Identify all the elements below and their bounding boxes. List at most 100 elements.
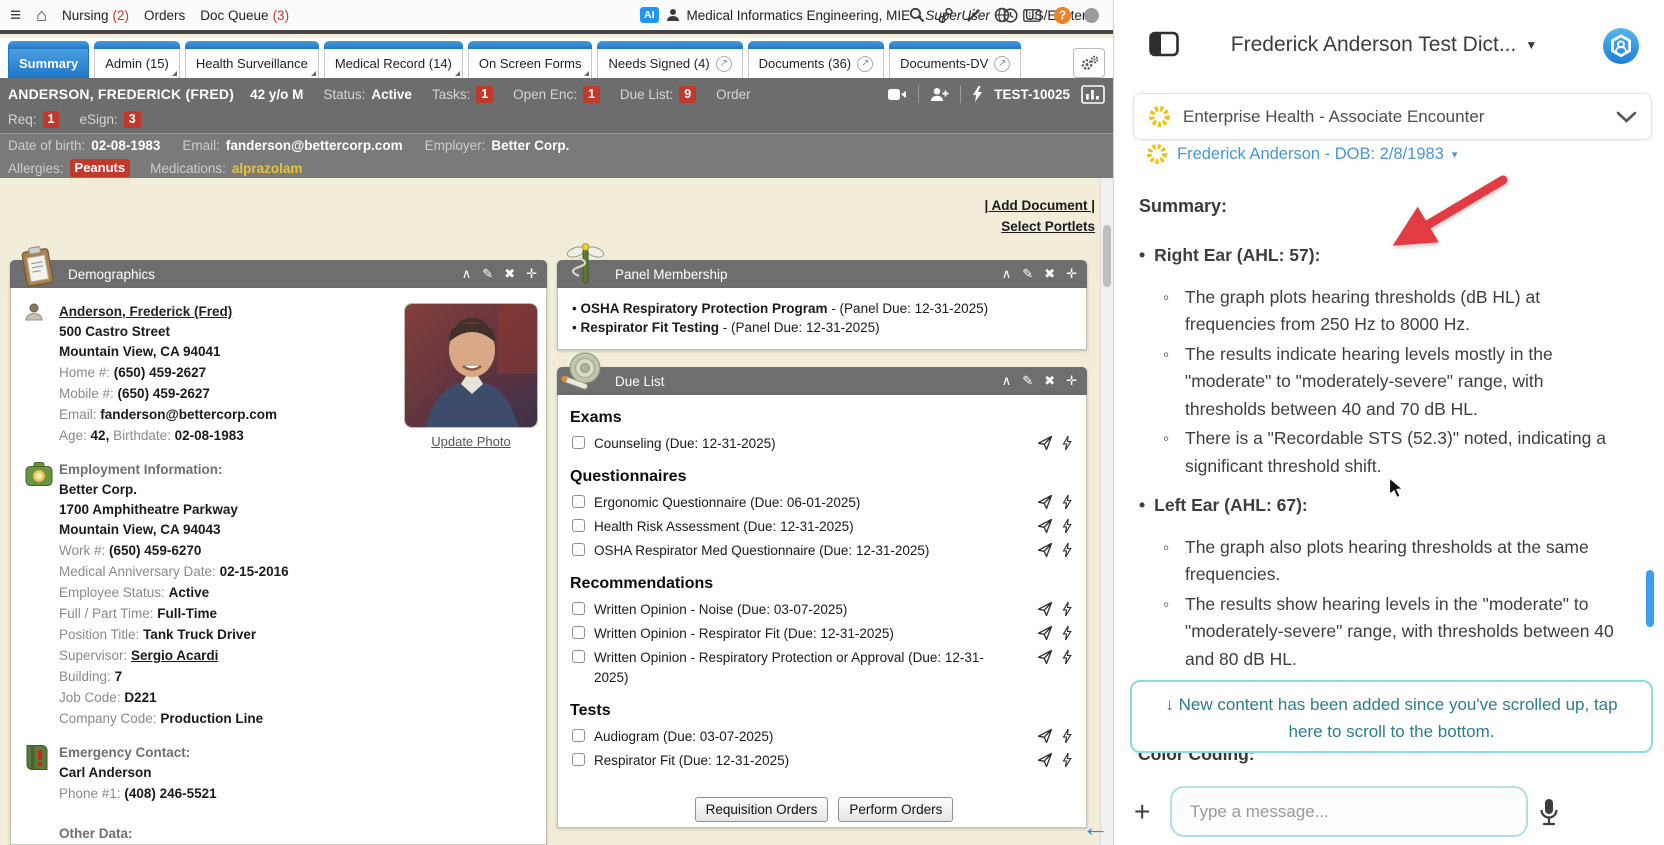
nav-item-orders[interactable]: Orders <box>144 8 185 23</box>
portlet-header[interactable]: Due List ∧ ✎ ✖ ✛ <box>557 367 1087 395</box>
collapse-icon[interactable]: ∧ <box>1002 373 1012 389</box>
perform-bolt-icon[interactable] <box>1062 518 1072 534</box>
req-badge[interactable]: 1 <box>42 110 60 128</box>
portlet-header[interactable]: Panel Membership ∧ ✎ ✖ ✛ <box>557 260 1087 288</box>
add-user-icon[interactable] <box>930 87 949 102</box>
tab-documents[interactable]: Documents (36) ↗ <box>747 41 885 78</box>
due-item-label[interactable]: Written Opinion - Respiratory Protection… <box>594 650 984 685</box>
send-icon[interactable] <box>1037 518 1053 534</box>
tab-on-screen-forms[interactable]: On Screen Forms <box>467 41 593 78</box>
checkbox[interactable] <box>572 626 585 639</box>
edit-icon[interactable]: ✎ <box>1022 266 1033 282</box>
close-icon[interactable]: ✖ <box>504 266 515 282</box>
external-link-icon[interactable]: ↗ <box>715 55 732 72</box>
due-item-label[interactable]: Respirator Fit (Due: 12-31-2025) <box>594 753 789 768</box>
checkbox[interactable] <box>572 495 585 508</box>
move-icon[interactable]: ✛ <box>1066 266 1077 282</box>
page-scrollbar-thumb[interactable] <box>1646 570 1654 627</box>
esign-badge[interactable]: 3 <box>123 110 141 128</box>
collapse-icon[interactable]: ∧ <box>1002 266 1012 282</box>
perform-bolt-icon[interactable] <box>1062 542 1072 558</box>
send-icon[interactable] <box>1037 601 1053 617</box>
encounter-selector[interactable]: Enterprise Health - Associate Encounter <box>1133 93 1652 140</box>
checkbox[interactable] <box>572 519 585 532</box>
video-call-icon[interactable] <box>888 88 907 101</box>
patient-name-link[interactable]: Anderson, Frederick (Fred) <box>59 304 232 319</box>
requisition-orders-button[interactable]: Requisition Orders <box>694 797 829 822</box>
help-icon[interactable]: ? <box>1054 6 1071 24</box>
status-circle-icon[interactable] <box>1084 7 1099 23</box>
keyboard-icon[interactable] <box>1023 8 1041 22</box>
left-scrollbar-thumb[interactable] <box>1103 225 1111 287</box>
assistant-logo[interactable] <box>1602 27 1640 65</box>
globe-icon[interactable] <box>994 7 1010 23</box>
search-icon[interactable] <box>909 7 925 23</box>
tab-health-surveillance[interactable]: Health Surveillance <box>184 41 319 78</box>
external-link-icon[interactable]: ↗ <box>994 55 1011 72</box>
supervisor-link[interactable]: Sergio Acardi <box>131 648 218 663</box>
external-link-icon[interactable]: ↗ <box>857 55 874 72</box>
perform-bolt-icon[interactable] <box>1062 728 1072 744</box>
close-icon[interactable]: ✖ <box>1044 266 1055 282</box>
open-enc-badge[interactable]: 1 <box>582 85 600 103</box>
due-item-label[interactable]: Written Opinion - Respirator Fit (Due: 1… <box>594 626 894 641</box>
edit-icon[interactable]: ✎ <box>1022 373 1033 389</box>
patient-context-dropdown[interactable]: Frederick Anderson - DOB: 2/8/1983 ▾ <box>1145 142 1457 166</box>
perform-bolt-icon[interactable] <box>1062 601 1072 617</box>
wand-icon[interactable] <box>966 8 981 23</box>
hamburger-menu-icon[interactable]: ≡ <box>10 6 21 25</box>
chart-stats-icon[interactable] <box>1081 84 1105 104</box>
quick-action-bolt-icon[interactable] <box>972 86 983 102</box>
checkbox[interactable] <box>572 436 585 449</box>
send-icon[interactable] <box>1037 494 1053 510</box>
edit-icon[interactable]: ✎ <box>482 266 493 282</box>
tab-summary[interactable]: Summary <box>8 41 90 78</box>
perform-bolt-icon[interactable] <box>1062 435 1072 451</box>
medication-value[interactable]: alprazolam <box>232 161 303 176</box>
portlet-header[interactable]: Demographics ∧ ✎ ✖ ✛ <box>10 260 547 288</box>
checkbox[interactable] <box>572 729 585 742</box>
perform-bolt-icon[interactable] <box>1062 494 1072 510</box>
allergy-badge[interactable]: Peanuts <box>69 159 131 177</box>
microphone-icon[interactable] <box>1538 797 1560 827</box>
link-icon[interactable] <box>938 7 953 23</box>
send-icon[interactable] <box>1037 752 1053 768</box>
select-portlets-link[interactable]: Select Portlets <box>1001 219 1095 234</box>
checkbox[interactable] <box>572 753 585 766</box>
move-icon[interactable]: ✛ <box>526 266 537 282</box>
checkbox[interactable] <box>572 602 585 615</box>
due-item-label[interactable]: Audiogram (Due: 03-07-2025) <box>594 729 773 744</box>
tab-documents-dv[interactable]: Documents-DV ↗ <box>889 41 1022 78</box>
move-icon[interactable]: ✛ <box>1066 373 1077 389</box>
nav-item-doc-queue[interactable]: Doc Queue (3) <box>200 8 289 23</box>
perform-orders-button[interactable]: Perform Orders <box>838 797 954 822</box>
tab-needs-signed[interactable]: Needs Signed (4) ↗ <box>597 41 743 78</box>
perform-bolt-icon[interactable] <box>1062 752 1072 768</box>
left-scrollbar[interactable] <box>1100 178 1113 845</box>
scroll-to-bottom-notice[interactable]: ↓ New content has been added since you'v… <box>1130 680 1653 753</box>
due-item-label[interactable]: OSHA Respirator Med Questionnaire (Due: … <box>594 543 929 558</box>
message-input[interactable] <box>1170 786 1528 837</box>
due-item-label[interactable]: Ergonomic Questionnaire (Due: 06-01-2025… <box>594 495 860 510</box>
perform-bolt-icon[interactable] <box>1062 649 1072 665</box>
send-icon[interactable] <box>1037 542 1053 558</box>
due-list-badge[interactable]: 9 <box>679 85 697 103</box>
checkbox[interactable] <box>572 543 585 556</box>
tab-medical-record[interactable]: Medical Record (14) <box>323 41 463 78</box>
ai-badge[interactable]: AI <box>640 7 659 23</box>
nav-item-nursing[interactable]: Nursing (2) <box>62 8 129 23</box>
due-item-label[interactable]: Written Opinion - Noise (Due: 03-07-2025… <box>594 602 847 617</box>
send-icon[interactable] <box>1037 728 1053 744</box>
perform-bolt-icon[interactable] <box>1062 625 1072 641</box>
tasks-badge[interactable]: 1 <box>476 85 494 103</box>
close-icon[interactable]: ✖ <box>1044 373 1055 389</box>
collapse-icon[interactable]: ∧ <box>462 266 472 282</box>
order-link[interactable]: Order <box>716 87 751 102</box>
tab-admin[interactable]: Admin (15) <box>94 41 180 78</box>
send-icon[interactable] <box>1037 625 1053 641</box>
collapse-panel-arrow[interactable]: ← <box>1082 812 1109 843</box>
tab-settings-button[interactable] <box>1073 48 1105 78</box>
due-item-label[interactable]: Health Risk Assessment (Due: 12-31-2025) <box>594 519 854 534</box>
send-icon[interactable] <box>1037 649 1053 665</box>
add-document-link[interactable]: | Add Document | <box>984 198 1095 213</box>
